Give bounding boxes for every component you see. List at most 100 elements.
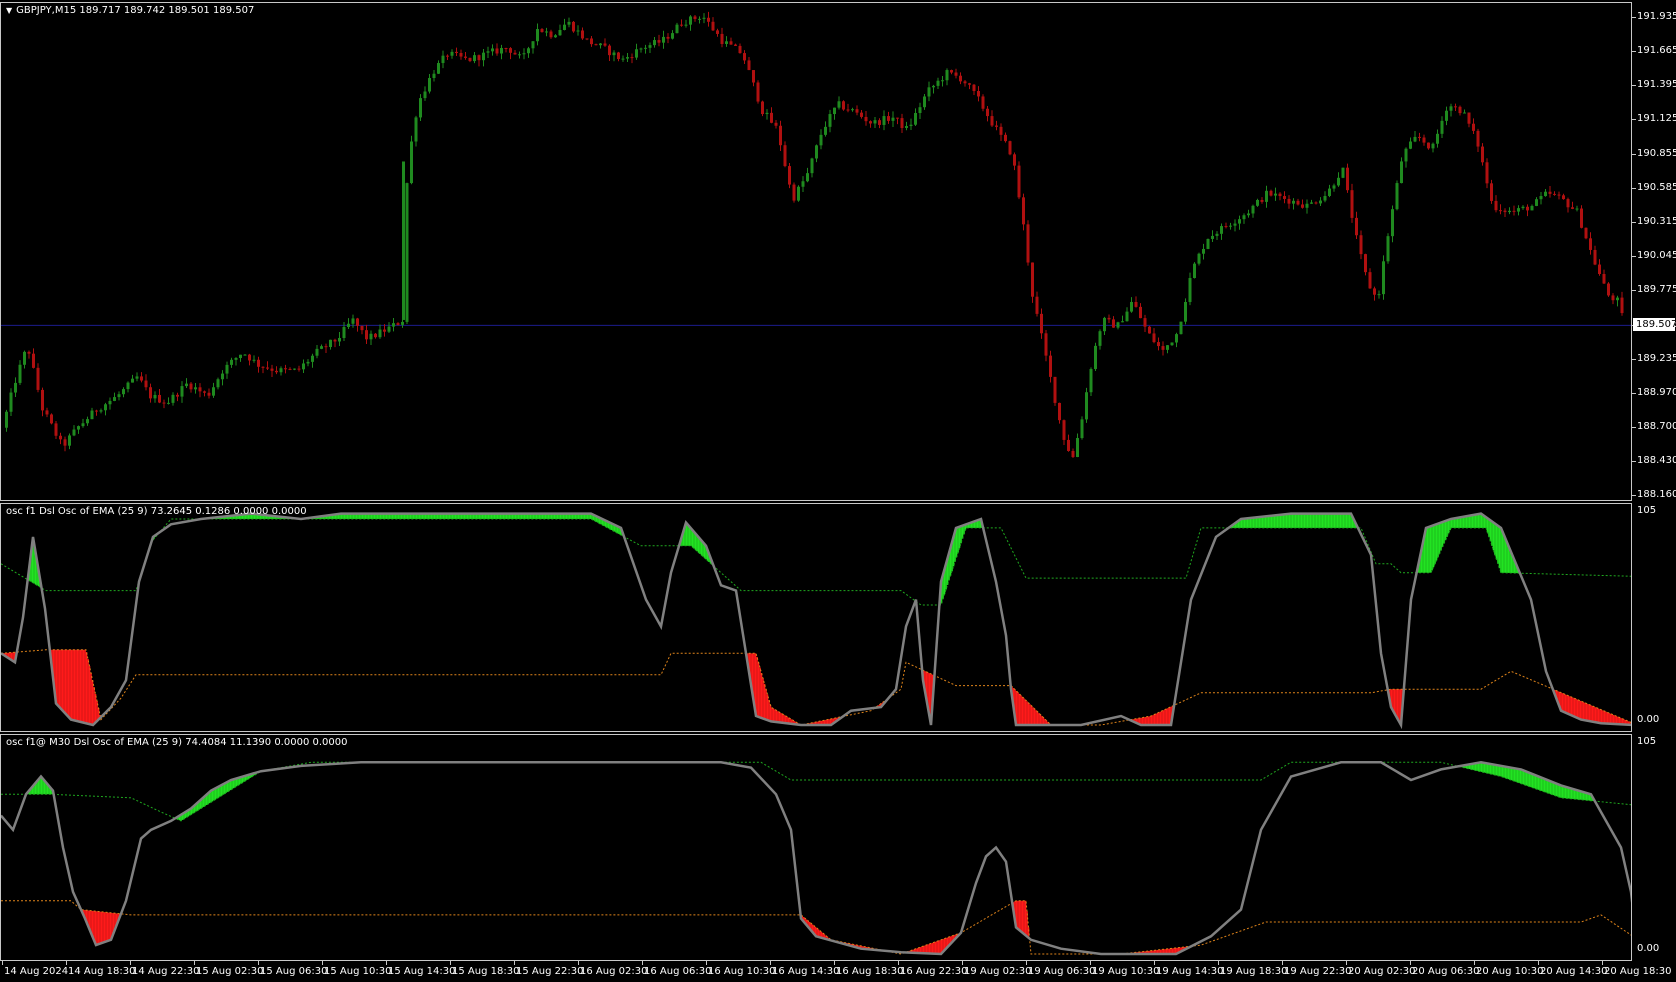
candle (378, 324, 382, 339)
candle (941, 75, 944, 87)
candle (1490, 179, 1493, 204)
candle (333, 338, 337, 348)
candle (324, 343, 328, 353)
candle (1166, 344, 1169, 354)
candle (437, 60, 440, 75)
candle (779, 120, 782, 151)
candle (1058, 402, 1061, 424)
candle (23, 350, 26, 369)
price-tick-label: 191.665 (1637, 44, 1676, 56)
candle (765, 109, 769, 120)
candle (1418, 132, 1421, 142)
candle (698, 16, 701, 24)
candle (761, 100, 764, 117)
candle (1035, 291, 1039, 317)
candle (842, 100, 845, 111)
candle (86, 416, 89, 426)
candle (540, 28, 544, 33)
candle (513, 49, 517, 55)
candle (108, 397, 112, 410)
candle (720, 27, 724, 48)
oscillator-pane-2[interactable]: osc f1@ M30 Dsl Osc of EMA (25 9) 74.408… (0, 734, 1632, 961)
price-tick-label: 188.160 (1637, 489, 1676, 501)
price-chart-pane[interactable]: ▼ GBPJPY,M15 189.717 189.742 189.501 189.… (0, 2, 1632, 501)
candle (747, 57, 751, 71)
candle (284, 364, 287, 374)
candle (423, 86, 427, 101)
oscillator-pane-1[interactable]: osc f1 Dsl Osc of EMA (25 9) 73.2645 0.1… (0, 503, 1632, 732)
osc-main-line (1, 512, 1631, 730)
osc-up-level-line (1, 761, 1631, 822)
candlestick-chart[interactable] (1, 3, 1631, 500)
candle (576, 25, 580, 36)
candle (1395, 180, 1399, 211)
candle (1175, 332, 1178, 348)
candle (972, 84, 976, 96)
candle (707, 11, 710, 27)
candle (275, 366, 278, 375)
candle (1602, 269, 1606, 285)
candle (113, 392, 116, 402)
time-tick-mark (450, 961, 451, 965)
price-tick-label: 188.970 (1637, 386, 1676, 398)
osc1-level-top: 105 (1637, 505, 1657, 516)
candle (716, 28, 719, 37)
oscillator-chart-2[interactable] (1, 735, 1631, 960)
candle (1593, 245, 1597, 266)
candle (1269, 189, 1273, 197)
candle (1364, 253, 1367, 276)
candle (383, 324, 386, 337)
candle (1355, 211, 1358, 239)
candle (1049, 350, 1052, 383)
candle (450, 49, 454, 59)
time-tick-label: 19 Aug 02:30 (964, 966, 1032, 977)
candle (9, 388, 13, 417)
time-tick-label: 15 Aug 10:30 (324, 966, 392, 977)
candle (1202, 243, 1205, 260)
candle (369, 330, 373, 345)
candle (1548, 185, 1552, 198)
time-tick-label: 15 Aug 18:30 (452, 966, 520, 977)
candle (1571, 201, 1574, 210)
candle (1584, 227, 1588, 240)
candle (1503, 208, 1507, 218)
candle (419, 94, 422, 122)
candle (567, 17, 571, 28)
candle (1107, 314, 1111, 323)
time-tick-label: 19 Aug 14:30 (1156, 966, 1224, 977)
candle (878, 118, 881, 129)
time-tick-label: 19 Aug 06:30 (1028, 966, 1096, 977)
candle (221, 370, 224, 386)
candle (1499, 204, 1502, 215)
candle (657, 34, 661, 47)
oscillator-chart-1[interactable] (1, 504, 1631, 731)
candle (594, 43, 598, 46)
candle (482, 48, 485, 67)
candle (1409, 137, 1412, 150)
candle (1134, 296, 1138, 308)
candle (1211, 230, 1214, 242)
price-tick-mark (1632, 153, 1636, 155)
candle (887, 111, 890, 124)
candle (1580, 205, 1583, 229)
candle (311, 353, 314, 368)
candle (725, 36, 728, 47)
candle (684, 19, 688, 28)
candle (1611, 293, 1615, 305)
candle (293, 368, 296, 371)
candle (1598, 259, 1601, 276)
candle (617, 51, 620, 62)
candle (1278, 192, 1282, 201)
candle (806, 167, 809, 183)
candle (45, 407, 49, 418)
candle (68, 433, 71, 450)
candle (477, 54, 481, 67)
candle (315, 344, 319, 359)
price-axis[interactable] (1632, 0, 1676, 962)
candle (1193, 262, 1196, 279)
candle (1220, 223, 1223, 240)
candle (603, 38, 607, 47)
collapse-triangle-icon[interactable]: ▼ (6, 6, 12, 15)
candle (999, 123, 1003, 141)
time-tick-mark (898, 961, 899, 965)
